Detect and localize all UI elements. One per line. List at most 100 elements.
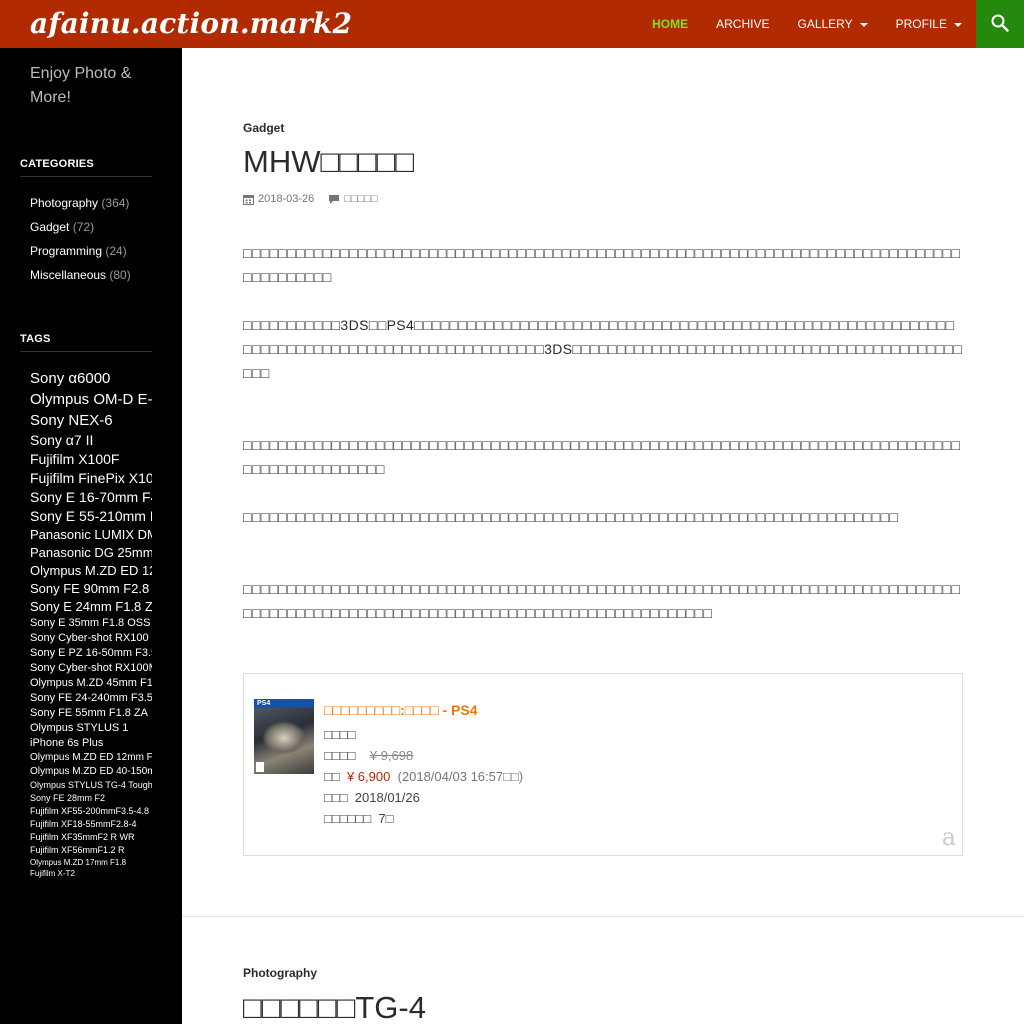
category-count: (364): [101, 196, 130, 210]
tag-link[interactable]: Olympus M.ZD ED 12-50mm: [30, 562, 152, 580]
tag-link[interactable]: Sony Cyber-shot RX100: [30, 631, 152, 646]
tag-link[interactable]: Fujifilm XF56mmF1.2 R: [30, 844, 152, 857]
list-price: ¥ 9,698: [369, 748, 414, 763]
chevron-down-icon: [859, 22, 868, 27]
tag-link[interactable]: Fujifilm XF18-55mmF2.8-4: [30, 818, 152, 831]
category-item[interactable]: Programming (24): [30, 239, 131, 263]
cover-platform-label: PS4: [257, 700, 271, 707]
category-count: (72): [72, 220, 95, 234]
nav-home-label: HOME: [652, 17, 689, 31]
tags-widget-title: TAGS: [20, 333, 152, 352]
amazon-logo-icon: a: [941, 823, 956, 851]
category-name: Programming: [30, 244, 103, 258]
calendar-icon: [243, 194, 254, 205]
tag-link[interactable]: Sony Cyber-shot RX100M3: [30, 661, 152, 676]
nav-profile-label: PROFILE: [895, 17, 947, 31]
nav-profile[interactable]: PROFILE: [882, 0, 976, 48]
post-paragraph: □□□□□□□□□□□□□□□□□□□□□□□□□□□□□□□□□□□□□□□□…: [243, 509, 899, 525]
tag-link[interactable]: Sony E 35mm F1.8 OSS: [30, 616, 152, 631]
product-release-row: □□□ 2018/01/26: [324, 787, 523, 808]
post-title[interactable]: □□□□□□TG-4: [243, 988, 426, 1028]
tag-link[interactable]: Sony E 55-210mm F4.5-6.3: [30, 507, 152, 526]
tag-link[interactable]: Sony α7 II: [30, 431, 152, 450]
rank-label: □□□□□□: [324, 811, 372, 826]
tag-link[interactable]: Olympus M.ZD 17mm F1.8: [30, 857, 152, 868]
site-header: afainu.action.mark2 HOME ARCHIVE GALLERY…: [0, 0, 1024, 48]
post-paragraph: □□□□□□□□□□□□□□□□□□□□□□□□□□□□□□□□□□□□□□□□…: [243, 437, 961, 477]
site-title[interactable]: afainu.action.mark2: [30, 4, 352, 44]
sidebar: Enjoy Photo & More! CATEGORIES Photograp…: [0, 48, 182, 1024]
tag-link[interactable]: Olympus M.ZD ED 12mm F2.0: [30, 751, 152, 765]
tag-link[interactable]: Sony E 24mm F1.8 ZA: [30, 598, 152, 616]
categories-widget-title: CATEGORIES: [20, 158, 152, 177]
tag-link[interactable]: Sony FE 90mm F2.8 Macro: [30, 580, 152, 598]
product-title-link[interactable]: □□□□□□□□□:□□□□ - PS4: [324, 696, 523, 724]
product-rank-row: □□□□□□ 7□: [324, 808, 523, 829]
tag-link[interactable]: Olympus STYLUS TG-4 Tough: [30, 779, 152, 792]
release-date: 2018/01/26: [354, 790, 420, 805]
product-maker: □□□□: [324, 727, 356, 742]
search-icon: [991, 14, 1009, 32]
product-price-row: □□ ¥ 6,900 (2018/04/03 16:57□□): [324, 766, 523, 787]
category-name: Miscellaneous: [30, 268, 107, 282]
post-category-link[interactable]: Gadget: [243, 121, 284, 135]
search-button[interactable]: [976, 0, 1024, 48]
tag-link[interactable]: Fujifilm X-T2: [30, 868, 152, 879]
tag-link[interactable]: Sony E PZ 16-50mm F3.5-5.6: [30, 646, 152, 661]
product-info: □□□□□□□□□:□□□□ - PS4 □□□□ □□□□ ¥ 9,698 □…: [324, 696, 523, 829]
tag-link[interactable]: Panasonic LUMIX DMC-GM1: [30, 526, 152, 544]
tag-link[interactable]: Panasonic DG 25mm F1.4: [30, 544, 152, 562]
main-content: Gadget MHW□□□□□ 2018-03-26 □□□□□ □□□□□□□…: [182, 48, 1024, 1025]
chevron-down-icon: [954, 22, 962, 27]
tag-link[interactable]: Olympus M.ZD ED 40-150mm: [30, 765, 152, 779]
product-cover-image[interactable]: PS4: [254, 699, 314, 774]
category-count: (80): [109, 268, 131, 282]
tag-link[interactable]: Fujifilm XF35mmF2 R WR: [30, 831, 152, 844]
post-date[interactable]: 2018-03-26: [258, 193, 314, 205]
cover-rating-badge: [256, 762, 264, 772]
primary-nav: HOME ARCHIVE GALLERY PROFILE: [638, 0, 976, 48]
tag-link[interactable]: Olympus OM-D E-M5: [30, 389, 152, 410]
nav-home[interactable]: HOME: [638, 0, 702, 48]
nav-archive-label: ARCHIVE: [716, 17, 770, 31]
price-value: ¥ 6,900: [346, 769, 391, 784]
post-paragraph: □□□□□□□□□□□3DS□□PS4□□□□□□□□□□□□□□□□□□□□□…: [243, 317, 963, 381]
tag-link[interactable]: Fujifilm FinePix X100: [30, 469, 152, 488]
price-timestamp: (2018/04/03 16:57□□): [397, 769, 524, 784]
category-name: Photography: [30, 196, 99, 210]
category-item[interactable]: Gadget (72): [30, 215, 131, 239]
post-divider: [182, 916, 1024, 917]
category-item[interactable]: Miscellaneous (80): [30, 263, 131, 287]
category-item[interactable]: Photography (364): [30, 191, 131, 215]
tag-link[interactable]: Fujifilm XF55-200mmF3.5-4.8: [30, 805, 152, 818]
tag-link[interactable]: Fujifilm X100F: [30, 450, 152, 469]
tag-link[interactable]: Sony α6000: [30, 368, 152, 389]
list-price-label: □□□□: [324, 748, 356, 763]
tag-link[interactable]: Sony NEX-6: [30, 410, 152, 431]
nav-archive[interactable]: ARCHIVE: [702, 0, 783, 48]
post-paragraph: □□□□□□□□□□□□□□□□□□□□□□□□□□□□□□□□□□□□□□□□…: [243, 245, 961, 285]
tag-link[interactable]: Olympus STYLUS 1: [30, 721, 152, 736]
tag-link[interactable]: Sony E 16-70mm F4: [30, 488, 152, 507]
product-list-price-row: □□□□ ¥ 9,698: [324, 745, 523, 766]
amazon-product-box: PS4 □□□□□□□□□:□□□□ - PS4 □□□□ □□□□ ¥ 9,6…: [243, 673, 963, 856]
site-tagline: Enjoy Photo & More!: [30, 65, 132, 106]
tag-link[interactable]: Sony FE 24-240mm F3.5-6.3: [30, 691, 152, 706]
nav-gallery-label: GALLERY: [797, 17, 853, 31]
tag-link[interactable]: Sony FE 55mm F1.8 ZA: [30, 706, 152, 721]
comment-icon: [329, 194, 340, 204]
category-list: Photography (364) Gadget (72) Programmin…: [30, 191, 131, 287]
tag-link[interactable]: Olympus M.ZD 45mm F1.8: [30, 676, 152, 691]
cover-artwork: [262, 721, 306, 755]
price-label: □□: [324, 769, 340, 784]
post-category-link[interactable]: Photography: [243, 966, 317, 980]
tag-link[interactable]: Sony FE 28mm F2: [30, 792, 152, 805]
comments-link[interactable]: □□□□□: [344, 193, 377, 205]
rank-value: 7□: [378, 811, 394, 826]
post-meta: 2018-03-26 □□□□□: [243, 193, 378, 205]
post-paragraph: □□□□□□□□□□□□□□□□□□□□□□□□□□□□□□□□□□□□□□□□…: [243, 581, 961, 621]
category-count: (24): [105, 244, 127, 258]
post-title[interactable]: MHW□□□□□: [243, 142, 414, 182]
tag-link[interactable]: iPhone 6s Plus: [30, 736, 152, 751]
nav-gallery[interactable]: GALLERY: [783, 0, 881, 48]
